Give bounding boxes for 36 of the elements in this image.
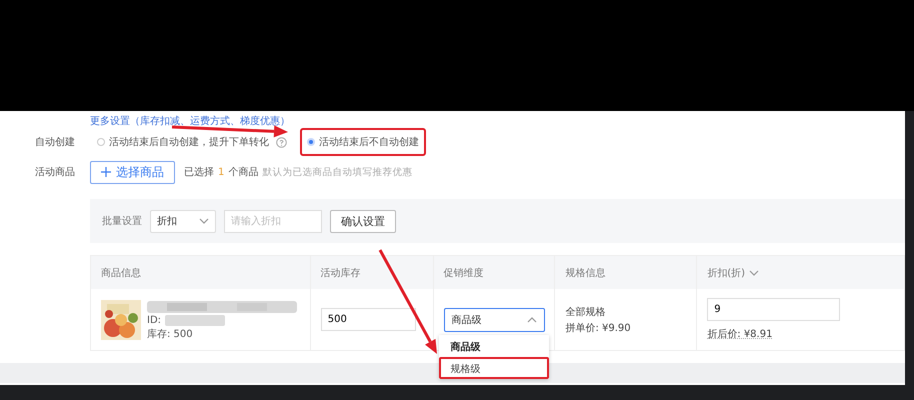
discount-value-input[interactable]: 9	[707, 298, 840, 321]
radio-option[interactable]: 活动结束后自动创建，提升下单转化	[90, 128, 294, 156]
radio-button[interactable]	[307, 138, 315, 146]
select-products-button[interactable]: 选择商品	[90, 160, 175, 184]
field-label: 自动创建	[34, 136, 76, 149]
column-header: 促销维度	[444, 266, 484, 280]
dropdown-option[interactable]: 商品级	[438, 335, 549, 357]
column-header: 商品信息	[101, 266, 141, 280]
price-text: 拼单价: ¥9.90	[565, 322, 631, 334]
stock-text: 库存: 500	[147, 328, 194, 340]
field-label: 活动商品	[34, 166, 76, 179]
selected-label: 已选择	[184, 166, 214, 179]
discounted-price: 折后价: ¥8.91	[707, 328, 772, 341]
radio-button[interactable]	[97, 138, 105, 146]
help-icon	[276, 136, 287, 148]
more-settings-link[interactable]: 更多设置（库存扣减、运费方式、梯度优惠）	[0, 111, 905, 127]
stock-input[interactable]: 500	[320, 308, 416, 331]
column-header: 活动库存	[320, 266, 361, 280]
dropdown-option[interactable]: 规格级	[438, 357, 549, 379]
confirm-button[interactable]: 确认设置	[330, 210, 396, 232]
batch-label: 批量设置	[102, 214, 142, 228]
selected-count: 1	[218, 166, 224, 178]
column-header[interactable]: 折扣(折)	[707, 266, 760, 280]
chevron-down-icon	[199, 217, 209, 225]
dimension-select[interactable]: 商品级	[444, 308, 545, 332]
spec-text: 全部规格	[565, 306, 606, 318]
plus-icon	[101, 167, 111, 177]
discount-input[interactable]: 请输入折扣	[224, 210, 322, 232]
chevron-up-icon	[526, 316, 537, 324]
product-id-label: ID:	[147, 314, 162, 326]
column-header: 规格信息	[565, 266, 606, 280]
hint-text: 默认为已选商品自动填写推荐优惠	[262, 166, 412, 178]
discount-type-select[interactable]: 折扣	[150, 210, 216, 232]
radio-option[interactable]: 活动结束后不自动创建	[300, 128, 426, 156]
selected-label: 个商品	[228, 166, 258, 179]
chevron-down-icon	[749, 268, 760, 276]
